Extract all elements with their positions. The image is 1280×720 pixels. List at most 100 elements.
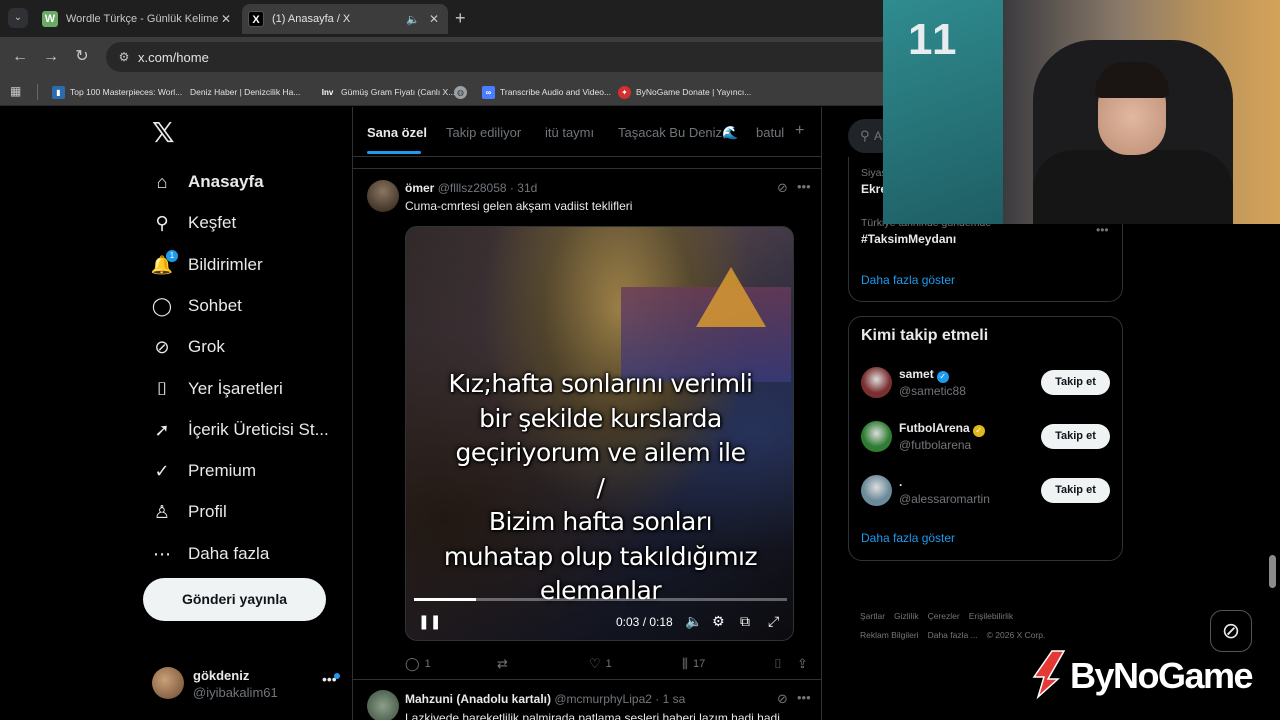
- bookmark-item[interactable]: ▮ Top 100 Masterpieces: Worl...: [52, 83, 182, 101]
- user-name-text: samet: [899, 367, 934, 381]
- user-name-text: .: [899, 475, 903, 489]
- wordle-favicon-icon: W: [42, 11, 58, 27]
- avatar[interactable]: [861, 475, 892, 506]
- grok-icon[interactable]: ⊘: [777, 691, 788, 707]
- tweet-header: ömer @flllsz28058 · 31d: [405, 181, 537, 195]
- close-icon[interactable]: ✕: [426, 12, 442, 26]
- fullscreen-icon[interactable]: ⤢: [768, 613, 779, 629]
- grok-icon[interactable]: ⊘: [777, 180, 788, 196]
- bookmark-button[interactable]: ⌷: [774, 656, 787, 672]
- follow-suggestion[interactable]: . @alessaromartin Takip et: [861, 473, 1111, 513]
- post-button[interactable]: Gönderi yayınla: [143, 578, 326, 621]
- forward-arrow-icon[interactable]: →: [41, 47, 61, 67]
- avatar[interactable]: [861, 421, 892, 452]
- add-tab-icon[interactable]: +: [795, 122, 804, 140]
- tab-sana-ozel[interactable]: Sana özel: [367, 125, 427, 140]
- new-tab-button[interactable]: +: [455, 9, 466, 27]
- scrollbar-thumb[interactable]: [1269, 555, 1276, 588]
- sidebar-item-sohbet[interactable]: ◯ Sohbet: [150, 289, 242, 323]
- address-bar[interactable]: ⚙ x.com/home: [106, 42, 966, 72]
- webcam-overlay: 11: [883, 0, 1280, 224]
- sidebar-item-i-çerik-üreticisi-st-[interactable]: ➚ İçerik Üreticisi St...: [150, 413, 328, 447]
- retweet-button[interactable]: ⇄: [497, 656, 513, 672]
- footer-link[interactable]: © 2026 X Corp.: [987, 630, 1046, 640]
- more-icon[interactable]: •••: [1096, 223, 1109, 237]
- footer-link[interactable]: Daha fazla ...: [928, 630, 978, 640]
- footer-link[interactable]: Çerezler: [928, 611, 960, 621]
- video-player[interactable]: Kız;hafta sonlarını verimli bir şekilde k…: [405, 226, 794, 641]
- caption-line: Kız;hafta sonlarını verimli: [448, 369, 753, 398]
- browser-tab-wordle[interactable]: W Wordle Türkçe - Günlük Kelime Oyunu ✕: [36, 4, 240, 34]
- show-more-link[interactable]: Daha fazla göster: [861, 273, 955, 287]
- sidebar-item-keşfet[interactable]: ⚲ Keşfet: [150, 206, 236, 240]
- avatar[interactable]: [861, 367, 892, 398]
- person-icon: ♙: [153, 502, 171, 523]
- tab-search-button[interactable]: ⌄: [8, 8, 28, 28]
- avatar[interactable]: [367, 690, 399, 720]
- follow-button[interactable]: Takip et: [1041, 478, 1110, 503]
- sidebar-item-yer-i-şaretleri[interactable]: ⌷ Yer İşaretleri: [150, 372, 283, 406]
- tweet-author-name[interactable]: ömer: [405, 181, 434, 195]
- more-icon[interactable]: •••: [797, 179, 811, 194]
- pause-icon[interactable]: ❚❚: [418, 613, 441, 629]
- tab-batul[interactable]: batul: [756, 125, 784, 140]
- sidebar-item-anasayfa[interactable]: ⌂ Anasayfa: [150, 165, 264, 199]
- tweet-author-name[interactable]: Mahzuni (Anadolu kartalı): [405, 692, 551, 706]
- sidebar-item-grok[interactable]: ⊘ Grok: [150, 330, 224, 364]
- tweet-header: Mahzuni (Anadolu kartalı) @mcmurphyLipa2…: [405, 692, 685, 706]
- follow-suggestion[interactable]: samet ✓ @sametic88 Takip et: [861, 365, 1111, 405]
- sidebar-item-profil[interactable]: ♙ Profil: [150, 495, 227, 529]
- bookmark-item[interactable]: ✦ ByNoGame Donate | Yayıncı...: [618, 83, 751, 101]
- close-icon[interactable]: ✕: [218, 12, 234, 26]
- back-arrow-icon[interactable]: ←: [10, 47, 30, 67]
- avatar[interactable]: [367, 180, 399, 212]
- footer-link[interactable]: Reklam Bilgileri: [860, 630, 919, 640]
- bookmark-item[interactable]: Deniz Haber | Denizcilik Ha...: [187, 83, 300, 101]
- show-more-link[interactable]: Daha fazla göster: [861, 531, 955, 545]
- grok-floating-button[interactable]: ⊘: [1210, 610, 1252, 652]
- volume-icon[interactable]: 🔈: [685, 613, 702, 629]
- bookmark-item[interactable]: ∞ Transcribe Audio and Video...: [482, 83, 611, 101]
- pip-icon[interactable]: ⧉: [740, 613, 750, 629]
- sidebar-item-daha-fazla[interactable]: ⋯ Daha fazla: [150, 537, 269, 571]
- sidebar-item-premium[interactable]: ✓ Premium: [150, 454, 256, 488]
- views-icon: ⫼: [682, 656, 688, 671]
- site-info-icon[interactable]: ⚙: [116, 49, 132, 65]
- speaker-icon[interactable]: 🔈: [406, 13, 422, 26]
- tab-takip-ediliyor[interactable]: Takip ediliyor: [446, 125, 521, 140]
- heart-icon: ♡: [589, 656, 601, 671]
- video-progress-bar[interactable]: [414, 598, 787, 601]
- follow-button[interactable]: Takip et: [1041, 370, 1110, 395]
- tab-tasacak-bu-deniz[interactable]: Taşacak Bu Deniz🌊: [618, 125, 738, 141]
- like-button[interactable]: ♡ 1: [589, 656, 612, 672]
- video-progress-fill: [414, 598, 477, 601]
- tweet-author-handle[interactable]: @mcmurphyLipa2: [554, 692, 652, 706]
- bookmark-label: Top 100 Masterpieces: Worl...: [70, 87, 183, 97]
- more-icon[interactable]: •••: [797, 690, 811, 705]
- tweet[interactable]: Mahzuni (Anadolu kartalı) @mcmurphyLipa2…: [353, 681, 821, 720]
- footer-link[interactable]: Gizlilik: [894, 611, 919, 621]
- x-logo-icon[interactable]: 𝕏: [152, 119, 180, 147]
- footer-link[interactable]: Şartlar: [860, 611, 885, 621]
- share-button[interactable]: ⇪: [797, 656, 813, 672]
- tweet-time[interactable]: 31d: [517, 181, 537, 195]
- tweet-time[interactable]: 1 sa: [663, 692, 686, 706]
- account-switcher[interactable]: gökdeniz @iyibakalim61 •••: [152, 665, 342, 705]
- sidebar-item-bildirimler[interactable]: 🔔 1 Bildirimler: [150, 248, 263, 282]
- settings-icon[interactable]: ⚙: [712, 613, 725, 629]
- footer-link[interactable]: Erişilebilirlik: [969, 611, 1013, 621]
- browser-tab-x[interactable]: X (1) Anasayfa / X 🔈 ✕: [242, 4, 448, 34]
- reply-button[interactable]: ◯ 1: [405, 656, 431, 672]
- tweet[interactable]: ömer @flllsz28058 · 31d ⊘ ••• Cuma-cmrte…: [353, 170, 821, 680]
- tweet-author-handle[interactable]: @flllsz28058: [438, 181, 507, 195]
- views-button[interactable]: ⫼ 17: [682, 656, 705, 672]
- follow-button[interactable]: Takip et: [1041, 424, 1110, 449]
- reload-icon[interactable]: ↻: [72, 47, 92, 67]
- tweet-dot: ·: [509, 181, 514, 195]
- follow-suggestion[interactable]: FutbolArena ✓ @futbolarena Takip et: [861, 419, 1111, 459]
- tab-itu-taymi[interactable]: itü taymı: [545, 125, 594, 140]
- bookmark-item[interactable]: Inv Gümüş Gram Fiyatı (Canlı X...: [319, 83, 456, 101]
- apps-grid-icon[interactable]: ▦: [10, 84, 24, 98]
- bookmark-item[interactable]: ◍: [454, 83, 472, 101]
- x-favicon-icon: X: [248, 11, 264, 27]
